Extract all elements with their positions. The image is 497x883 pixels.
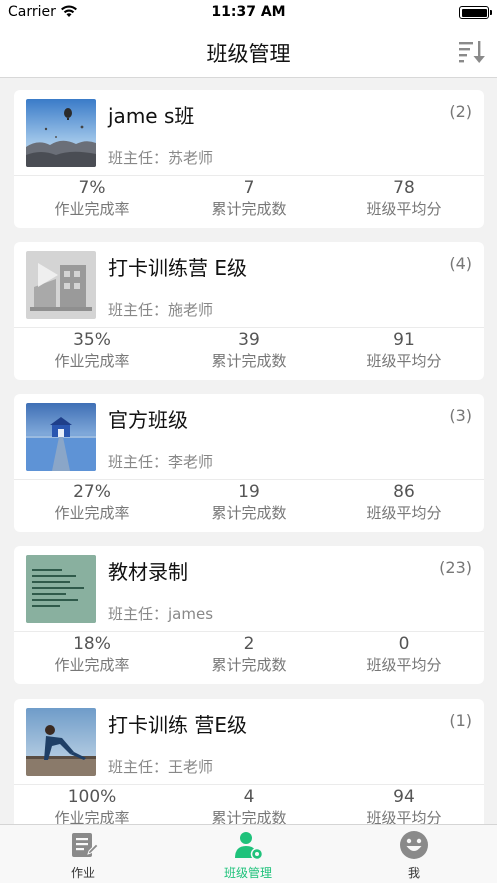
class-name: 打卡训练营 E级 [108,256,247,280]
member-count: (4) [449,254,472,273]
tab-homework[interactable]: 作业 [23,829,143,881]
average-score-label: 班级平均分 [366,504,442,522]
sort-descending-icon [459,41,485,63]
class-name: jame s班 [108,104,195,128]
stat-total-completed: 19 累计完成数 [179,482,319,524]
completion-rate-value: 35% [73,330,111,350]
member-count: (23) [439,558,472,577]
tab-label: 作业 [70,866,95,880]
stat-total-completed: 39 累计完成数 [179,330,319,372]
code-screen-image [26,555,96,623]
average-score-value: 94 [393,787,415,807]
completion-rate-label: 作业完成率 [54,352,130,370]
head-teacher: 班主任：施老师 [108,301,214,319]
head-teacher: 班主任：苏老师 [108,149,214,167]
total-completed-label: 累计完成数 [211,809,287,824]
stat-total-completed: 7 累计完成数 [179,178,319,220]
card-divider [14,327,484,328]
average-score-value: 86 [393,482,415,502]
total-completed-label: 累计完成数 [211,656,287,674]
stat-completion-rate: 27% 作业完成率 [22,482,162,524]
sort-button[interactable] [457,38,487,66]
card-divider [14,784,484,785]
homework-icon [72,833,99,857]
completion-rate-label: 作业完成率 [54,504,130,522]
navigation-bar: 班级管理 [0,26,497,78]
class-list[interactable]: jame s班 (2) 班主任：苏老师 7% 作业完成率 7 累计完成数 78 … [0,78,497,824]
class-name: 打卡训练 营E级 [108,713,247,737]
completion-rate-value: 27% [73,482,111,502]
card-divider [14,631,484,632]
clock-time: 11:37 AM [211,4,286,20]
member-count: (2) [449,102,472,121]
completion-rate-label: 作业完成率 [54,200,130,218]
average-score-label: 班级平均分 [366,352,442,370]
stat-average-score: 86 班级平均分 [334,482,474,524]
stat-average-score: 91 班级平均分 [334,330,474,372]
stat-total-completed: 4 累计完成数 [179,787,319,824]
completion-rate-value: 18% [73,634,111,654]
workout-photo-image [26,708,96,776]
tab-label: 班级管理 [223,866,272,880]
total-completed-value: 7 [243,178,255,198]
tab-bar: 作业 班级管理 我 [0,824,497,883]
class-name: 官方班级 [108,408,188,432]
class-card[interactable]: 打卡训练 营E级 (1) 班主任：王老师 100% 作业完成率 4 累计完成数 … [14,699,484,824]
balloon-landscape-image [26,99,96,167]
class-management-icon [235,832,264,861]
total-completed-label: 累计完成数 [211,200,287,218]
completion-rate-label: 作业完成率 [54,656,130,674]
average-score-value: 0 [398,634,410,654]
total-completed-value: 39 [238,330,260,350]
stat-total-completed: 2 累计完成数 [179,634,319,676]
stat-completion-rate: 18% 作业完成率 [22,634,162,676]
average-score-label: 班级平均分 [366,809,442,824]
total-completed-value: 4 [243,787,255,807]
head-teacher: 班主任：james [108,605,214,623]
total-completed-value: 19 [238,482,260,502]
video-placeholder-image [26,251,96,319]
average-score-value: 91 [393,330,415,350]
class-name: 教材录制 [108,560,188,584]
tab-class-management[interactable]: 班级管理 [188,829,308,881]
lake-boathouse-image [26,403,96,471]
class-card[interactable]: 官方班级 (3) 班主任：李老师 27% 作业完成率 19 累计完成数 86 班… [14,394,484,532]
stat-completion-rate: 35% 作业完成率 [22,330,162,372]
stat-completion-rate: 7% 作业完成率 [22,178,162,220]
smiley-profile-icon [400,831,428,859]
tab-label: 我 [407,866,420,880]
stat-completion-rate: 100% 作业完成率 [22,787,162,824]
completion-rate-label: 作业完成率 [54,809,130,824]
member-count: (1) [449,711,472,730]
page-title: 班级管理 [206,42,291,66]
average-score-label: 班级平均分 [366,200,442,218]
completion-rate-value: 100% [67,787,117,807]
completion-rate-value: 7% [78,178,106,198]
status-bar: Carrier 11:37 AM [0,0,497,26]
class-card[interactable]: 教材录制 (23) 班主任：james 18% 作业完成率 2 累计完成数 0 … [14,546,484,684]
class-card[interactable]: 打卡训练营 E级 (4) 班主任：施老师 35% 作业完成率 39 累计完成数 … [14,242,484,380]
total-completed-label: 累计完成数 [211,352,287,370]
head-teacher: 班主任：王老师 [108,758,214,776]
head-teacher: 班主任：李老师 [108,453,214,471]
class-card[interactable]: jame s班 (2) 班主任：苏老师 7% 作业完成率 7 累计完成数 78 … [14,90,484,228]
card-divider [14,479,484,480]
average-score-value: 78 [393,178,415,198]
total-completed-value: 2 [243,634,255,654]
card-divider [14,175,484,176]
total-completed-label: 累计完成数 [211,504,287,522]
stat-average-score: 94 班级平均分 [334,787,474,824]
stat-average-score: 0 班级平均分 [334,634,474,676]
average-score-label: 班级平均分 [366,656,442,674]
tab-me[interactable]: 我 [354,829,474,881]
battery-icon [459,6,492,19]
stat-average-score: 78 班级平均分 [334,178,474,220]
member-count: (3) [449,406,472,425]
